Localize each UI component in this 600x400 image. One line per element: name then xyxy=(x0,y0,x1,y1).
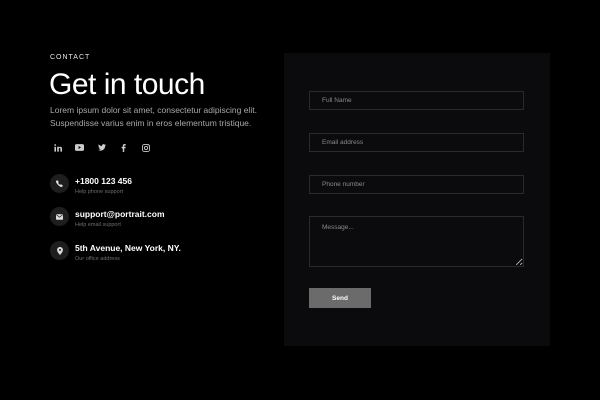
twitter-icon[interactable] xyxy=(97,143,106,152)
phone-icon xyxy=(50,174,69,193)
office-address: 5th Avenue, New York, NY. xyxy=(75,243,181,253)
intro-description: Lorem ipsum dolor sit amet, consectetur … xyxy=(50,105,257,128)
message-textarea[interactable] xyxy=(309,216,524,267)
email-address[interactable]: support@portrait.com xyxy=(75,209,165,220)
email-input[interactable] xyxy=(309,133,524,152)
social-links xyxy=(53,143,150,152)
full-name-input[interactable] xyxy=(309,91,524,110)
instagram-icon[interactable] xyxy=(141,143,150,152)
section-eyebrow: CONTACT xyxy=(50,54,91,61)
contact-form-panel: Send xyxy=(284,53,550,346)
send-button[interactable]: Send xyxy=(309,288,371,308)
contact-phone: +1800 123 456 Help phone support xyxy=(50,174,132,197)
page-title: Get in touch xyxy=(49,68,205,101)
contact-email: support@portrait.com Help email support xyxy=(50,207,165,230)
mail-icon xyxy=(50,207,69,226)
contact-address: 5th Avenue, New York, NY. Our office add… xyxy=(50,241,181,264)
youtube-icon[interactable] xyxy=(75,143,84,152)
phone-input[interactable] xyxy=(309,175,524,194)
facebook-icon[interactable] xyxy=(119,143,128,152)
address-caption: Our office address xyxy=(75,256,120,262)
email-caption: Help email support xyxy=(75,222,121,228)
phone-caption: Help phone support xyxy=(75,189,124,195)
linkedin-icon[interactable] xyxy=(53,143,62,152)
location-pin-icon xyxy=(50,241,69,260)
phone-number[interactable]: +1800 123 456 xyxy=(75,176,132,187)
